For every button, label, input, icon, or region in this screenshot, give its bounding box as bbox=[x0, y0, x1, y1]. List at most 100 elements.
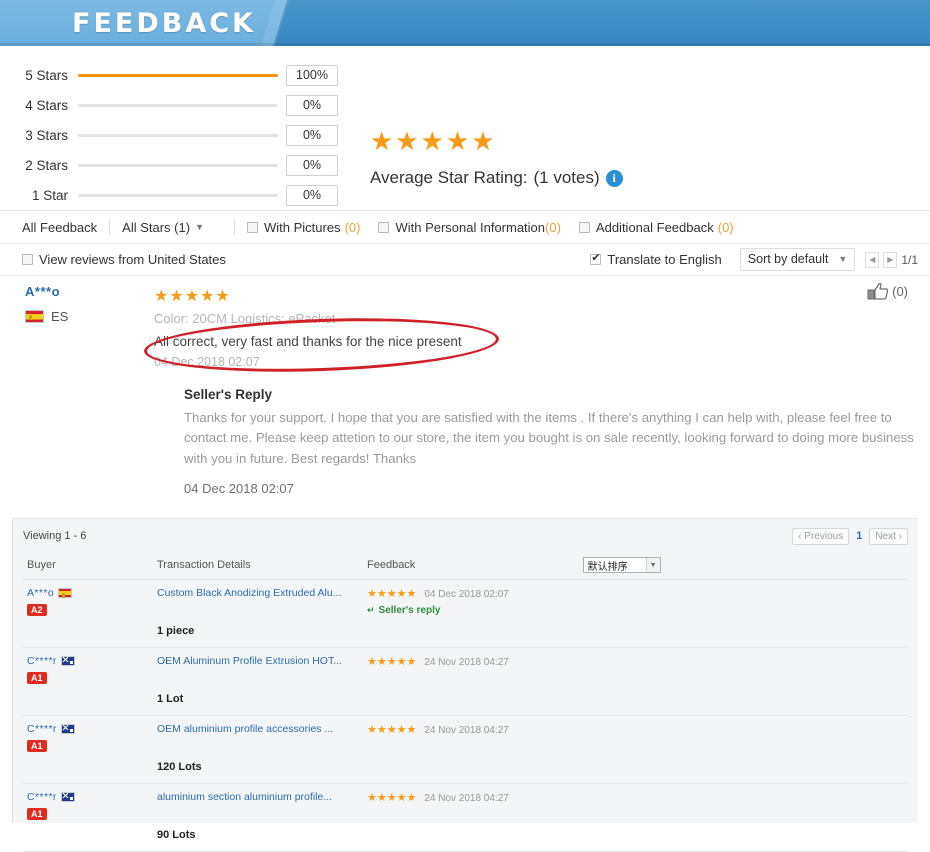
filter-with-personal-information-label: With Personal Information bbox=[395, 219, 546, 235]
buyer-line: A***o bbox=[27, 587, 149, 599]
rating-breakdown-label: 2 Stars bbox=[25, 157, 68, 173]
pager-prev-button[interactable]: ◀ bbox=[865, 251, 880, 268]
review-attributes: Color: 20CM Logistics: ePacket bbox=[154, 310, 336, 326]
rating-breakdown-percent: 100% bbox=[286, 64, 338, 86]
product-link[interactable]: OEM aluminium profile accessories ... bbox=[157, 723, 359, 735]
filter-divider-2 bbox=[233, 219, 235, 235]
pager-next-button[interactable]: ▶ bbox=[883, 251, 898, 268]
thumbs-up-icon bbox=[867, 283, 889, 300]
buyer-level-badge: A1 bbox=[27, 808, 47, 820]
seller-reply-title: Seller's Reply bbox=[184, 386, 273, 402]
rating-breakdown-row: 3 Stars 0% bbox=[0, 120, 360, 150]
filter-with-personal-information-count: (0) bbox=[545, 219, 561, 235]
table-row: C****r A1 aluminium section aluminium prof… bbox=[23, 783, 908, 852]
filter-all-stars-label: All Stars (1) bbox=[122, 219, 191, 235]
transactions-table-body: A***o A2 Custom Black Anodizing Extruded A… bbox=[23, 579, 908, 852]
filter-divider bbox=[109, 219, 111, 235]
review-item: A***o ES ★★★★★ Color: 20CM Logistics: eP… bbox=[0, 276, 930, 502]
filter-additional-feedback[interactable]: Additional Feedback (0) bbox=[578, 219, 734, 235]
chevron-right-icon: › bbox=[898, 530, 902, 542]
row-stars: ★★★★★ bbox=[367, 724, 417, 736]
row-stars: ★★★★★ bbox=[367, 656, 417, 668]
checkbox-with-pictures[interactable] bbox=[246, 221, 258, 233]
row-seller-reply-link[interactable]: ↵ Seller's reply bbox=[367, 605, 904, 616]
checkbox-additional-feedback[interactable] bbox=[578, 221, 590, 233]
rating-breakdown-percent: 0% bbox=[286, 124, 338, 146]
table-header-row: Buyer Transaction Details Feedback 默认排序 … bbox=[23, 551, 908, 580]
column-header-feedback[interactable]: Feedback bbox=[363, 551, 579, 580]
product-link[interactable]: OEM Aluminum Profile Extrusion HOT... bbox=[157, 655, 359, 667]
order-quantity: 1 piece bbox=[157, 625, 195, 637]
row-seller-reply-label: Seller's reply bbox=[378, 605, 441, 616]
toggle-translate-to-english[interactable]: Translate to English bbox=[590, 251, 722, 267]
filter-additional-feedback-label: Additional Feedback bbox=[595, 219, 714, 235]
flag-spain-icon bbox=[58, 588, 73, 598]
panel-next-button[interactable]: Next › bbox=[869, 527, 908, 545]
review-stars: ★★★★★ bbox=[154, 288, 231, 305]
column-header-transaction-details[interactable]: Transaction Details bbox=[153, 551, 363, 580]
buyer-id[interactable]: C****r bbox=[27, 723, 57, 735]
helpful-votes[interactable]: (0) bbox=[867, 282, 908, 301]
feedback-subbar: View reviews from United States Translat… bbox=[0, 244, 930, 276]
review-pager: ◀ ▶ 1/1 bbox=[865, 251, 918, 268]
filter-with-pictures[interactable]: With Pictures (0) bbox=[246, 220, 360, 235]
sort-dropdown-label: Sort by default bbox=[747, 252, 829, 266]
rating-breakdown-label: 3 Stars bbox=[25, 127, 68, 143]
column-header-buyer[interactable]: Buyer bbox=[23, 551, 153, 580]
buyer-id[interactable]: C****r bbox=[27, 791, 57, 803]
rating-breakdown-track bbox=[78, 133, 278, 137]
average-stars: ★★★★★ bbox=[370, 126, 497, 156]
average-rating-label: Average Star Rating: bbox=[370, 168, 528, 187]
filter-all-feedback[interactable]: All Feedback bbox=[22, 220, 97, 235]
helpful-count: (0) bbox=[892, 284, 908, 299]
row-date: 24 Nov 2018 04:27 bbox=[424, 725, 509, 736]
panel-next-label: Next bbox=[875, 530, 896, 542]
buyer-line: C****r bbox=[27, 723, 149, 735]
rating-breakdown-track bbox=[78, 193, 278, 197]
rating-breakdown-percent: 0% bbox=[286, 154, 338, 176]
row-date: 24 Nov 2018 04:27 bbox=[424, 657, 509, 668]
cell-feedback: ★★★★★ 24 Nov 2018 04:27 bbox=[363, 715, 908, 784]
product-link[interactable]: Custom Black Anodizing Extruded Alu... bbox=[157, 587, 359, 599]
checkbox-view-reviews-country[interactable] bbox=[22, 254, 33, 265]
review-content: ★★★★★ Color: 20CM Logistics: ePacket All… bbox=[143, 288, 916, 378]
seller-reply-block: Seller's Reply Thanks for your support. … bbox=[184, 387, 916, 496]
buyer-line: C****r bbox=[27, 791, 149, 803]
buyer-id[interactable]: A***o bbox=[27, 587, 54, 599]
filter-all-stars[interactable]: All Stars (1) ▼ bbox=[122, 220, 204, 235]
panel-previous-button[interactable]: ‹ Previous bbox=[792, 527, 850, 545]
table-row: C****r A1 OEM aluminium profile accessorie… bbox=[23, 715, 908, 784]
checkbox-translate-to-english[interactable] bbox=[590, 251, 602, 265]
flag-australia-icon bbox=[60, 792, 75, 802]
cell-buyer: C****r A1 bbox=[23, 715, 153, 784]
info-icon[interactable]: i bbox=[605, 169, 623, 187]
checkbox-with-personal-information[interactable] bbox=[378, 221, 390, 233]
column-header-sort: 默认排序 ▼ bbox=[578, 551, 908, 580]
cell-feedback: ★★★★★ 24 Nov 2018 04:27 bbox=[363, 647, 908, 716]
cell-buyer: C****r A1 bbox=[23, 783, 153, 852]
row-stars: ★★★★★ bbox=[367, 792, 417, 804]
order-quantity: 90 Lots bbox=[157, 829, 196, 841]
rating-breakdown-row: 2 Stars 0% bbox=[0, 150, 360, 180]
buyer-line: C****r bbox=[27, 655, 149, 667]
rating-breakdown-percent: 0% bbox=[286, 94, 338, 116]
rating-breakdown-track bbox=[78, 73, 278, 77]
panel-previous-label: Previous bbox=[804, 530, 844, 542]
review-country-code: ES bbox=[51, 309, 69, 324]
panel-page-number[interactable]: 1 bbox=[851, 530, 867, 542]
table-sort-select[interactable]: 默认排序 ▼ bbox=[582, 557, 661, 573]
filter-view-reviews-country[interactable]: View reviews from United States bbox=[22, 252, 226, 267]
review-buyer-name[interactable]: A***o bbox=[25, 284, 135, 299]
average-rating-block: ★★★★★ Average Star Rating: (1 votes) i bbox=[370, 128, 623, 188]
row-date: 24 Nov 2018 04:27 bbox=[424, 793, 509, 804]
order-quantity: 1 Lot bbox=[157, 693, 184, 705]
chevron-down-icon: ▼ bbox=[838, 254, 848, 264]
sort-dropdown[interactable]: Sort by default ▼ bbox=[739, 248, 856, 271]
filter-with-personal-information[interactable]: With Personal Information (0) bbox=[378, 219, 561, 235]
filter-additional-feedback-count: (0) bbox=[717, 219, 734, 235]
product-link[interactable]: aluminium section aluminium profile... bbox=[157, 791, 359, 803]
review-buyer-block: A***o ES bbox=[25, 284, 135, 324]
feedback-filter-bar: All Feedback All Stars (1) ▼ With Pictur… bbox=[0, 210, 930, 244]
buyer-id[interactable]: C****r bbox=[27, 655, 57, 667]
panel-toolbar: Viewing 1 - 6 ‹ Previous 1 Next › bbox=[23, 525, 908, 547]
